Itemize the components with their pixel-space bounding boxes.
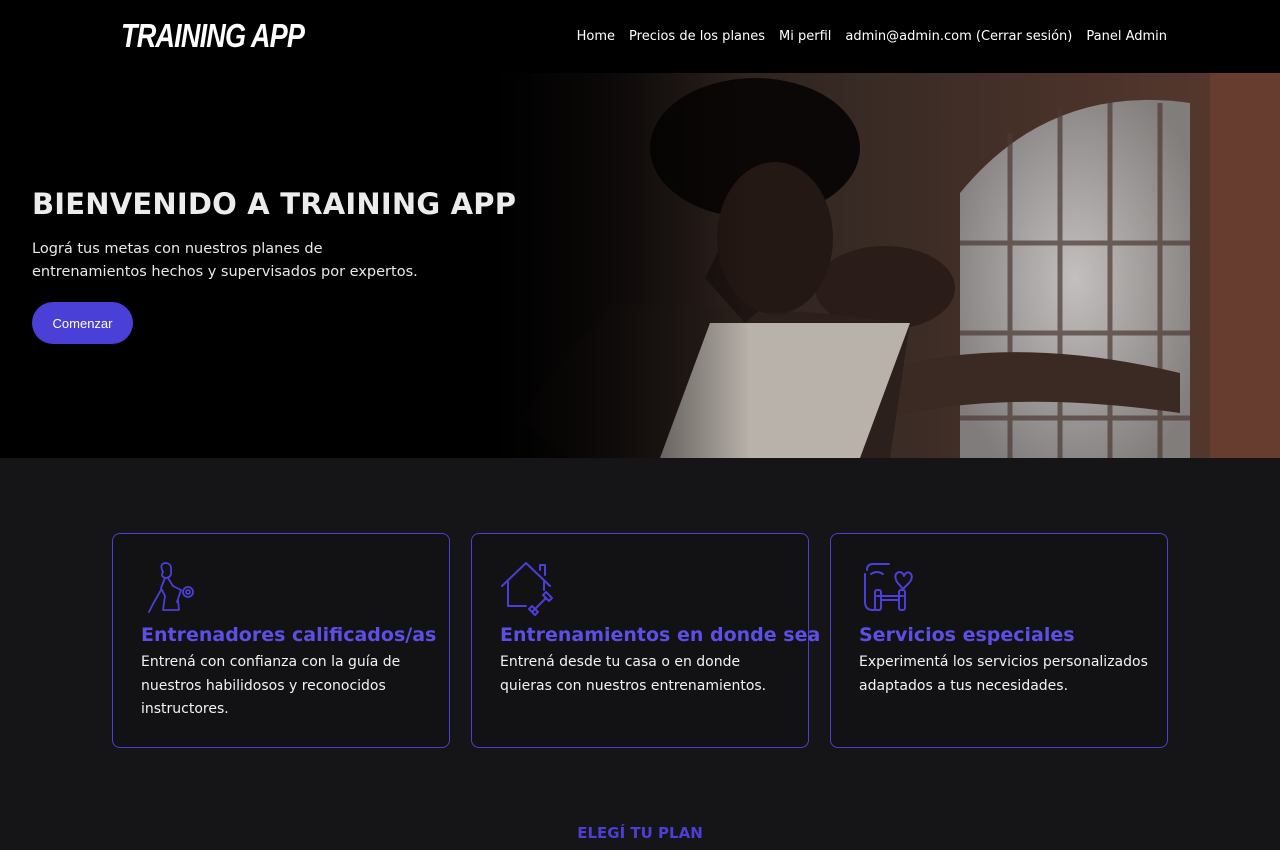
feature-card-trainers: Entrenadores calificados/as Entrená con … — [112, 533, 450, 748]
nav-account-logout-link[interactable]: admin@admin.com (Cerrar sesión) — [845, 29, 1072, 44]
feature-text: Experimentá los servicios personalizados… — [859, 654, 1148, 694]
feature-title: Servicios especiales — [859, 624, 1075, 646]
feature-title: Entrenadores calificados/as — [141, 624, 437, 646]
trainer-icon — [148, 562, 194, 613]
nav-home-link[interactable]: Home — [577, 29, 615, 44]
nav-admin-panel-link[interactable]: Panel Admin — [1086, 29, 1167, 44]
nav-profile-link[interactable]: Mi perfil — [779, 29, 831, 44]
hero-title: BIENVENIDO A TRAINING APP — [32, 187, 517, 221]
feature-card-anywhere: Entrenamientos en donde sea Entrená desd… — [471, 533, 820, 748]
special-services-icon — [864, 563, 913, 611]
home-dumbbell-icon — [501, 562, 553, 616]
hero-subtitle: Lográ tus metas con nuestros planes de e… — [32, 241, 418, 280]
feature-text: Entrená con confianza con la guía de nue… — [141, 654, 401, 717]
feature-title: Entrenamientos en donde sea — [500, 624, 821, 646]
start-button[interactable]: Comenzar — [32, 302, 133, 344]
feature-card-special: Servicios especiales Experimentá los ser… — [830, 533, 1168, 748]
plans-heading: ELEGÍ TU PLAN — [577, 824, 703, 842]
navbar: TRAINING APP Home Precios de los planes … — [0, 0, 1280, 73]
feature-text: Entrená desde tu casa o en donde quieras… — [500, 654, 767, 694]
hero-section: BIENVENIDO A TRAINING APP Lográ tus meta… — [0, 73, 1280, 458]
features-section: Entrenadores calificados/as Entrená con … — [112, 533, 1168, 748]
nav-links: Home Precios de los planes Mi perfil adm… — [577, 29, 1167, 44]
logo[interactable]: TRAINING APP — [121, 17, 305, 55]
nav-pricing-link[interactable]: Precios de los planes — [629, 29, 765, 44]
hero-fade-overlay — [490, 73, 750, 458]
